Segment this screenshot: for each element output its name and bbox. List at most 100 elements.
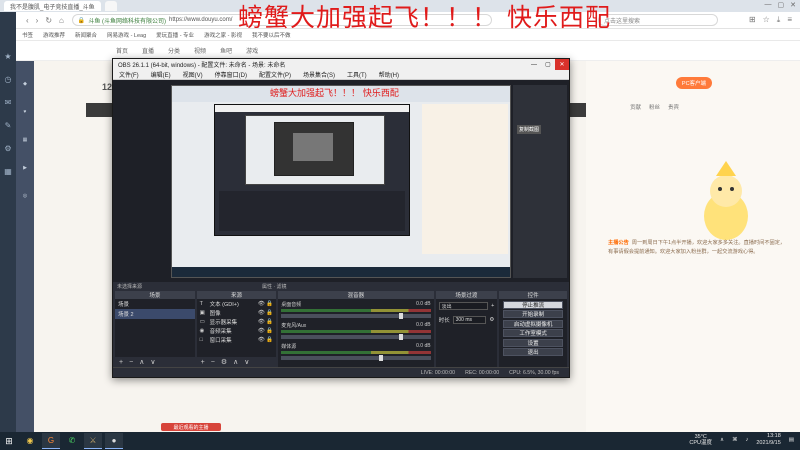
chat-icon[interactable]: ✉ (5, 98, 12, 107)
menu-tools[interactable]: 工具(T) (347, 70, 367, 79)
eye-icon[interactable]: 👁 🔒 (258, 301, 273, 307)
add-icon[interactable]: + (491, 303, 494, 309)
transition-select[interactable]: 淡出 (438, 302, 489, 310)
properties-filters-label[interactable]: 属性 · 滤镜 (262, 283, 286, 290)
virtual-camera-button[interactable]: 启动虚拟摄像机 (503, 319, 563, 328)
pc-client-button[interactable]: PC客户端 (676, 77, 712, 89)
menu-profile[interactable]: 配置文件(P) (259, 70, 291, 79)
volume-slider[interactable] (281, 313, 431, 319)
video-icon[interactable]: ▶ (23, 165, 27, 171)
browser-search-input[interactable]: 点击这里搜索 (598, 14, 718, 26)
duration-input[interactable]: 300 ms (452, 316, 487, 324)
history-icon[interactable]: ◷ (5, 75, 12, 84)
weather-widget[interactable]: 35°C CPU温度 (689, 434, 712, 446)
menu-help[interactable]: 帮助(H) (379, 70, 399, 79)
nav-item[interactable]: 鱼吧 (220, 46, 232, 55)
game-app-icon[interactable]: G (42, 433, 60, 449)
move-down-icon[interactable]: ∨ (244, 358, 249, 366)
wechat-icon[interactable]: ✆ (63, 433, 81, 449)
stop-stream-button[interactable]: 停止推流 (503, 300, 563, 309)
nav-item[interactable]: 直播 (142, 46, 154, 55)
bookmark-item[interactable]: 书签 (22, 31, 33, 39)
gear-icon[interactable]: ⚙ (489, 317, 494, 323)
volume-slider[interactable] (281, 334, 431, 340)
category-icon[interactable]: ▦ (23, 137, 28, 143)
menu-file[interactable]: 文件(F) (119, 70, 139, 79)
source-item[interactable]: ▭ 显示器采集 👁 🔒 (197, 317, 277, 326)
move-up-icon[interactable]: ∧ (139, 358, 144, 366)
scene-item[interactable]: 场景 (115, 299, 195, 309)
star-icon[interactable]: ☆ (763, 15, 770, 25)
side-tab[interactable]: 贵宾 (668, 103, 679, 111)
browser-tab[interactable] (104, 1, 117, 11)
recommend-icon[interactable]: ◆ (23, 81, 27, 87)
follow-icon[interactable]: ♥ (24, 109, 27, 115)
bookmark-item[interactable]: 爱玩直播 - 专业 (156, 31, 194, 39)
clock[interactable]: 13:18 2021/9/15 (756, 433, 780, 447)
source-item[interactable]: □ 窗口采集 👁 🔒 (197, 335, 277, 344)
preview-chip[interactable]: 复制截图 (517, 125, 542, 134)
bookmark-item[interactable]: 游戏推荐 (43, 31, 65, 39)
side-tab[interactable]: 粉丝 (649, 103, 660, 111)
refresh-icon[interactable]: ↻ (45, 16, 52, 25)
obs-icon[interactable]: ● (105, 433, 123, 449)
exit-button[interactable]: 退出 (503, 348, 563, 356)
settings-button[interactable]: 设置 (503, 338, 563, 347)
volume-icon[interactable]: ♪ (746, 437, 749, 443)
back-icon[interactable]: ‹ (26, 16, 29, 25)
network-icon[interactable]: ⌘ (732, 437, 738, 443)
browser-tab-active[interactable]: 我不是腹肌_电子竞技直播_斗鱼 (4, 1, 101, 11)
source-item[interactable]: ◉ 音频采集 👁 🔒 (197, 326, 277, 335)
start-recording-button[interactable]: 开始录制 (503, 310, 563, 318)
windows-start-icon[interactable]: ⊞ (0, 432, 18, 450)
game-icon[interactable]: ⊞ (749, 15, 756, 25)
menu-docks[interactable]: 停靠窗口(D) (215, 70, 247, 79)
note-icon[interactable]: ✎ (5, 121, 12, 130)
close-icon[interactable]: ✕ (555, 59, 569, 70)
nav-item[interactable]: 分类 (168, 46, 180, 55)
side-tab[interactable]: 贡献 (630, 103, 641, 111)
minimize-icon[interactable]: — (527, 59, 541, 70)
move-down-icon[interactable]: ∨ (150, 358, 155, 366)
bookmark-item[interactable]: 网易游戏 - Leag (107, 31, 146, 39)
bookmark-item[interactable]: 游戏之家 - 影视 (204, 31, 242, 39)
minimize-icon[interactable]: — (765, 1, 772, 9)
nav-item[interactable]: 首页 (116, 46, 128, 55)
yuba-icon[interactable]: ◎ (23, 193, 27, 199)
menu-edit[interactable]: 编辑(E) (151, 70, 171, 79)
forward-icon[interactable]: › (36, 16, 39, 25)
home-icon[interactable]: ⌂ (59, 16, 64, 25)
nav-item[interactable]: 视频 (194, 46, 206, 55)
app-icon[interactable]: ▦ (4, 167, 12, 176)
favorites-icon[interactable]: ★ (4, 52, 11, 61)
menu-view[interactable]: 视图(V) (183, 70, 203, 79)
nav-item[interactable]: 游戏 (246, 46, 258, 55)
notification-icon[interactable]: ▤ (789, 437, 794, 443)
eye-icon[interactable]: 👁 🔒 (258, 337, 273, 343)
obs-preview[interactable]: 螃蟹大加强起飞！！！ 快乐西配 复制截图 (113, 80, 569, 282)
add-icon[interactable]: + (119, 359, 123, 366)
move-up-icon[interactable]: ∧ (233, 358, 238, 366)
eye-icon[interactable]: 👁 🔒 (258, 328, 273, 334)
eye-icon[interactable]: 👁 🔒 (258, 310, 273, 316)
recent-watch-chip[interactable]: 最近观看的主播 (161, 423, 221, 431)
chrome-icon[interactable]: ◉ (21, 433, 39, 449)
remove-icon[interactable]: − (129, 359, 133, 366)
source-item[interactable]: T 文本 (GDI+) 👁 🔒 (197, 299, 277, 308)
menu-icon[interactable]: ≡ (787, 15, 792, 25)
download-icon[interactable]: ⤓ (777, 15, 781, 25)
close-icon[interactable]: ✕ (790, 1, 796, 9)
volume-slider[interactable] (281, 355, 431, 361)
scene-item-selected[interactable]: 场景 2 (115, 309, 195, 319)
bookmark-item[interactable]: 新闻聚合 (75, 31, 97, 39)
maximize-icon[interactable]: ▢ (541, 59, 555, 70)
source-item[interactable]: ▣ 图像 👁 🔒 (197, 308, 277, 317)
menu-scene-collection[interactable]: 场景集合(S) (303, 70, 335, 79)
maximize-icon[interactable]: ▢ (778, 1, 785, 9)
eye-icon[interactable]: 👁 🔒 (258, 319, 273, 325)
tray-arrow-icon[interactable]: ∧ (720, 437, 724, 443)
league-icon[interactable]: ⚔ (84, 433, 102, 449)
add-icon[interactable]: + (201, 359, 205, 366)
remove-icon[interactable]: − (211, 359, 215, 366)
studio-mode-button[interactable]: 工作室模式 (503, 329, 563, 337)
